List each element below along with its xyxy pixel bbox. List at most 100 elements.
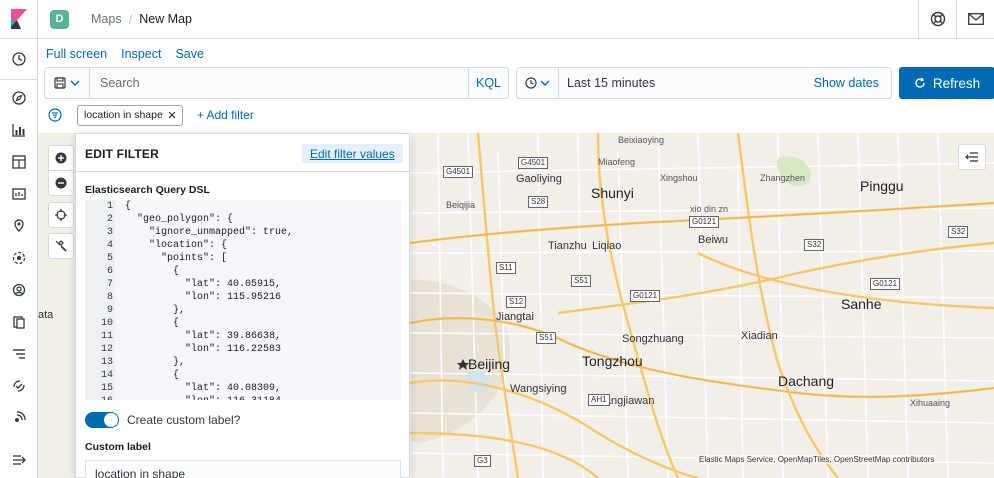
nav-apm[interactable] <box>0 341 38 367</box>
road-shield: S32 <box>804 239 825 251</box>
road-shield: G4501 <box>443 166 474 178</box>
nav-recent[interactable] <box>0 46 38 72</box>
line-number: 3 <box>106 227 113 238</box>
nav-infrastructure[interactable] <box>0 277 38 303</box>
line-number: 14 <box>100 370 113 381</box>
nav-dashboard[interactable] <box>0 149 38 175</box>
quick-menu-button[interactable] <box>517 68 559 98</box>
search-box: Search KQL <box>44 67 509 99</box>
road-shield: S51 <box>571 275 592 287</box>
road-shield: S28 <box>528 196 549 208</box>
line-number: 7 <box>106 279 113 290</box>
clock-icon <box>12 52 26 66</box>
newsfeed-button[interactable] <box>956 0 994 38</box>
fit-to-data-button[interactable] <box>48 202 74 228</box>
tools-button[interactable] <box>48 233 74 259</box>
space-avatar[interactable]: D <box>50 9 69 29</box>
add-filter-button[interactable]: + Add filter <box>197 108 254 122</box>
road-shield: G0121 <box>630 290 661 302</box>
edit-filter-values-button[interactable]: Edit filter values <box>302 144 403 163</box>
map-label: Jiangtai <box>496 311 534 323</box>
map-label: Beixiaoying <box>618 135 665 145</box>
code-text: { <box>125 318 180 329</box>
map-label: Miaofeng <box>598 157 636 167</box>
custom-label-switch[interactable] <box>85 412 119 428</box>
road-shield: G0121 <box>870 278 901 290</box>
breadcrumb: Maps / New Map <box>91 12 192 27</box>
code-line: 2 "geo_polygon": { <box>85 213 401 226</box>
time-picker: Last 15 minutes Show dates <box>516 67 892 99</box>
infrastructure-icon <box>12 283 26 297</box>
layer-control-toggle[interactable] <box>958 144 986 170</box>
nav-collapse[interactable] <box>0 447 38 473</box>
query-dsl-label: Elasticsearch Query DSL <box>85 184 210 196</box>
nav-ml[interactable] <box>0 245 38 271</box>
zoom-out-button[interactable] <box>48 170 74 196</box>
code-text: { <box>125 370 180 381</box>
map-attribution[interactable]: Elastic Maps Service, OpenMapTiles, Open… <box>697 455 937 464</box>
road-shield: S12 <box>506 296 527 308</box>
filter-options-button[interactable] <box>44 104 66 126</box>
nav-uptime[interactable] <box>0 373 38 399</box>
app-header: D Maps / New Map <box>0 0 994 39</box>
query-dsl-editor[interactable]: 1{2 "geo_polygon": {3 "ignore_unmapped":… <box>85 200 401 400</box>
edit-filter-popover: EDIT FILTER Edit filter values Elasticse… <box>75 133 411 478</box>
code-text: }, <box>125 305 186 316</box>
show-dates-link[interactable]: Show dates <box>814 76 891 90</box>
breadcrumb-maps[interactable]: Maps <box>91 12 122 26</box>
filter-pill[interactable]: location in shape <box>77 104 183 126</box>
kibana-logo-icon <box>10 9 27 29</box>
inspect-link[interactable]: Inspect <box>121 47 161 61</box>
line-number: 2 <box>106 214 113 225</box>
breadcrumb-current: New Map <box>139 12 192 26</box>
close-icon[interactable] <box>168 111 176 119</box>
code-line: 4 "location": { <box>85 239 401 252</box>
code-line: 10 { <box>85 317 401 330</box>
code-line: 13 }, <box>85 356 401 369</box>
map-label: Zhangzhen <box>760 173 806 183</box>
road-shield: S51 <box>536 332 557 344</box>
menu-left-icon <box>965 152 978 162</box>
line-number: 12 <box>100 344 113 355</box>
code-line: 12 "lon": 116.22583 <box>85 343 401 356</box>
nav-siem[interactable] <box>0 405 38 431</box>
map-label: Gaoliying <box>516 173 562 185</box>
nav-canvas[interactable] <box>0 181 38 207</box>
map-label: Tianzhu <box>548 240 587 252</box>
kibana-logo[interactable] <box>0 0 38 38</box>
divider <box>76 171 411 172</box>
nav-logs[interactable] <box>0 309 38 335</box>
road-shield: G0121 <box>689 216 720 228</box>
map-label: Wangsiying <box>510 383 567 395</box>
refresh-button[interactable]: Refresh <box>899 67 994 99</box>
compass-icon <box>12 91 26 105</box>
map-label: Sanhe <box>841 296 882 312</box>
saved-query-button[interactable] <box>45 68 90 98</box>
save-link[interactable]: Save <box>175 47 204 61</box>
search-input[interactable]: Search <box>90 68 468 98</box>
code-line: 6 { <box>85 265 401 278</box>
query-language-button[interactable]: KQL <box>468 68 508 98</box>
signal-icon <box>15 411 26 422</box>
code-line: 8 "lon": 115.95216 <box>85 291 401 304</box>
line-number: 16 <box>85 395 113 400</box>
custom-label-input[interactable]: location in shape <box>85 460 401 478</box>
road-shield: G3 <box>474 455 491 467</box>
nav-discover[interactable] <box>0 85 38 111</box>
time-range-text[interactable]: Last 15 minutes <box>559 76 814 90</box>
help-button[interactable] <box>918 0 956 38</box>
code-line: 5 "points": [ <box>85 252 401 265</box>
map-pin-icon <box>14 219 24 232</box>
mail-icon <box>967 13 984 25</box>
code-line: 1{ <box>85 200 401 213</box>
code-text: "lon": 116.31184 <box>125 395 281 400</box>
query-bar: Search KQL Last 15 minutes Show dates Re… <box>44 67 994 99</box>
nav-visualize[interactable] <box>0 117 38 143</box>
code-line: 11 "lat": 39.86638, <box>85 330 401 343</box>
map-label: Tongzhou <box>582 353 643 369</box>
zoom-in-button[interactable] <box>48 145 74 171</box>
machine-learning-icon <box>12 251 26 265</box>
full-screen-link[interactable]: Full screen <box>46 47 107 61</box>
map-label: Dachang <box>778 373 835 389</box>
nav-maps[interactable] <box>0 213 38 239</box>
